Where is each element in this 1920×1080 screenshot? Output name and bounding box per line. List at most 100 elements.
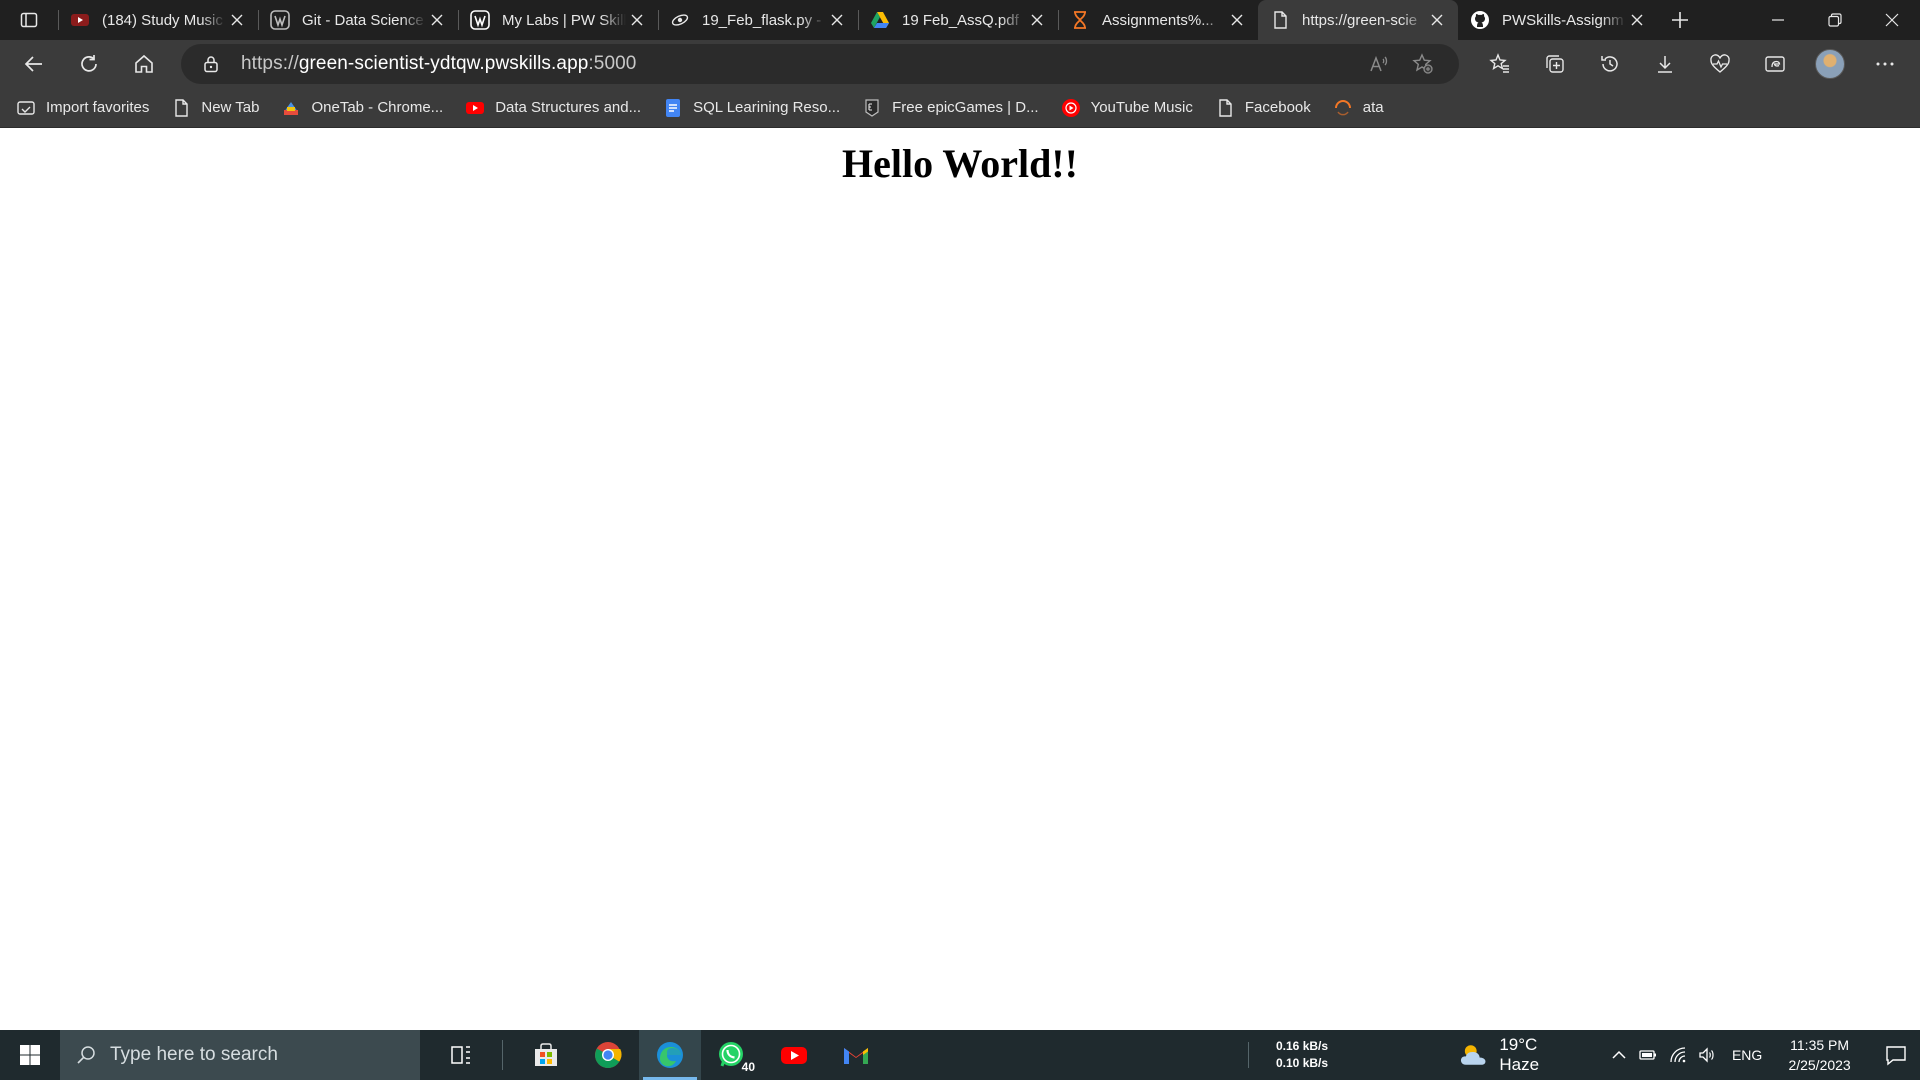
download-icon xyxy=(1657,56,1672,73)
volume-button[interactable] xyxy=(1693,1030,1722,1080)
favorites-icon xyxy=(1488,53,1509,73)
upload-speed: 0.16 kB/s xyxy=(1276,1039,1329,1053)
close-icon[interactable] xyxy=(826,9,848,31)
close-icon[interactable] xyxy=(1026,9,1048,31)
lock-icon[interactable] xyxy=(201,54,221,74)
import-favorites-icon xyxy=(16,98,36,118)
favorites-button[interactable] xyxy=(1472,44,1527,84)
page-heading: Hello World!! xyxy=(842,141,1078,186)
wifi-button[interactable] xyxy=(1663,1030,1692,1080)
clock[interactable]: 11:35 PM 2/25/2023 xyxy=(1780,1035,1859,1075)
performance-button[interactable] xyxy=(1747,44,1802,84)
profile-button[interactable] xyxy=(1802,44,1857,84)
add-favorite-button[interactable] xyxy=(1401,44,1445,84)
weather-widget[interactable]: 19°C Haze xyxy=(1458,1035,1580,1075)
browser-essentials-button[interactable] xyxy=(1692,44,1747,84)
input-language[interactable]: ENG xyxy=(1732,1047,1762,1063)
hourglass-icon xyxy=(1070,10,1090,30)
tab-strip: (184) Study Music Git - Data Science My … xyxy=(0,0,1920,40)
github-icon xyxy=(1470,10,1490,30)
restore-button[interactable] xyxy=(1806,0,1863,40)
close-icon[interactable] xyxy=(226,9,248,31)
close-icon[interactable] xyxy=(1226,9,1248,31)
tab-green-scientist[interactable]: https://green-scie xyxy=(1258,0,1458,40)
favorite-new-tab[interactable]: New Tab xyxy=(171,98,259,118)
address-bar[interactable]: https://green-scientist-ydtqw.pwskills.a… xyxy=(181,44,1459,84)
chevron-up-icon xyxy=(1612,1050,1626,1059)
youtube-icon xyxy=(465,98,485,118)
home-button[interactable] xyxy=(122,44,166,84)
home-icon xyxy=(135,54,153,73)
windows-icon xyxy=(20,1045,40,1065)
taskbar-app-chrome[interactable] xyxy=(577,1030,639,1080)
tab-my-labs[interactable]: My Labs | PW Skills xyxy=(458,0,658,40)
task-view-button[interactable] xyxy=(430,1030,492,1080)
favorite-import[interactable]: Import favorites xyxy=(16,98,149,118)
weather-text: 19°C Haze xyxy=(1499,1035,1540,1074)
battery-button[interactable] xyxy=(1634,1030,1663,1080)
collections-button[interactable] xyxy=(1527,44,1582,84)
youtube-music-icon xyxy=(1061,98,1081,118)
clock-date: 2/25/2023 xyxy=(1788,1057,1851,1073)
action-center-button[interactable] xyxy=(1873,1030,1920,1080)
taskbar-search-box[interactable]: Type here to search xyxy=(60,1030,420,1080)
downloads-button[interactable] xyxy=(1637,44,1692,84)
tab-title: https://green-scie xyxy=(1302,11,1418,29)
avatar xyxy=(1814,49,1845,79)
close-icon xyxy=(1885,13,1898,27)
close-icon[interactable] xyxy=(1626,9,1648,31)
edge-bar-icon xyxy=(1764,56,1785,72)
read-aloud-button[interactable] xyxy=(1357,44,1401,84)
notification-badge: 40 xyxy=(739,1060,757,1074)
history-button[interactable] xyxy=(1582,44,1637,84)
settings-menu-button[interactable] xyxy=(1857,44,1912,84)
favorites-bar: Import favorites New Tab OneTab - Chrome… xyxy=(0,88,1920,128)
new-tab-button[interactable] xyxy=(1658,0,1702,40)
youtube-icon xyxy=(70,10,90,30)
favorite-ata[interactable]: ata xyxy=(1333,98,1384,118)
favorite-sql-resources[interactable]: SQL Learining Reso... xyxy=(663,98,840,118)
minimize-button[interactable] xyxy=(1749,0,1806,40)
favorite-label: Data Structures and... xyxy=(495,99,642,116)
wordpress-icon xyxy=(470,10,490,30)
favorite-label: Free epicGames | D... xyxy=(892,99,1039,116)
taskbar-app-edge[interactable] xyxy=(639,1030,701,1080)
close-window-button[interactable] xyxy=(1863,0,1920,40)
show-hidden-icons-button[interactable] xyxy=(1604,1030,1633,1080)
restore-icon xyxy=(1827,13,1842,27)
favorite-youtube-music[interactable]: YouTube Music xyxy=(1061,98,1193,118)
tab-assignments[interactable]: Assignments%... xyxy=(1058,0,1258,40)
tab-git-data-science[interactable]: Git - Data Science xyxy=(258,0,458,40)
taskbar: Type here to search 40 0.16 kB/s 0.10 kB… xyxy=(0,1030,1920,1080)
browser-chrome: (184) Study Music Git - Data Science My … xyxy=(0,0,1920,128)
battery-icon xyxy=(1639,1050,1657,1060)
window-controls xyxy=(1749,0,1920,40)
taskbar-app-store[interactable] xyxy=(515,1030,577,1080)
taskbar-app-youtube[interactable] xyxy=(763,1030,825,1080)
taskbar-app-gmail[interactable] xyxy=(825,1030,887,1080)
favorite-data-structures[interactable]: Data Structures and... xyxy=(465,98,641,118)
close-icon[interactable] xyxy=(1426,9,1448,31)
url-port: :5000 xyxy=(588,53,637,74)
close-icon[interactable] xyxy=(426,9,448,31)
task-view-icon xyxy=(451,1046,470,1064)
tab-pwskills-assignments[interactable]: PWSkills-Assignm xyxy=(1458,0,1658,40)
wordpress-icon xyxy=(270,10,290,30)
back-button[interactable] xyxy=(12,44,56,84)
favorite-epic-games[interactable]: Free epicGames | D... xyxy=(862,98,1039,118)
close-icon[interactable] xyxy=(626,9,648,31)
tab-study-music[interactable]: (184) Study Music xyxy=(58,0,258,40)
refresh-button[interactable] xyxy=(67,44,111,84)
browser-tools xyxy=(1472,44,1912,84)
favorite-label: Import favorites xyxy=(46,99,150,116)
notification-icon xyxy=(1886,1046,1907,1066)
favorite-label: New Tab xyxy=(201,99,260,116)
tab-flask-py[interactable]: 19_Feb_flask.py - xyxy=(658,0,858,40)
start-button[interactable] xyxy=(0,1030,60,1080)
tab-actions-button[interactable] xyxy=(0,0,58,40)
favorite-onetab[interactable]: OneTab - Chrome... xyxy=(281,98,443,118)
tab-assq-pdf[interactable]: 19 Feb_AssQ.pdf xyxy=(858,0,1058,40)
taskbar-app-whatsapp[interactable]: 40 xyxy=(701,1030,763,1080)
page-icon xyxy=(171,98,191,118)
favorite-facebook[interactable]: Facebook xyxy=(1215,98,1311,118)
